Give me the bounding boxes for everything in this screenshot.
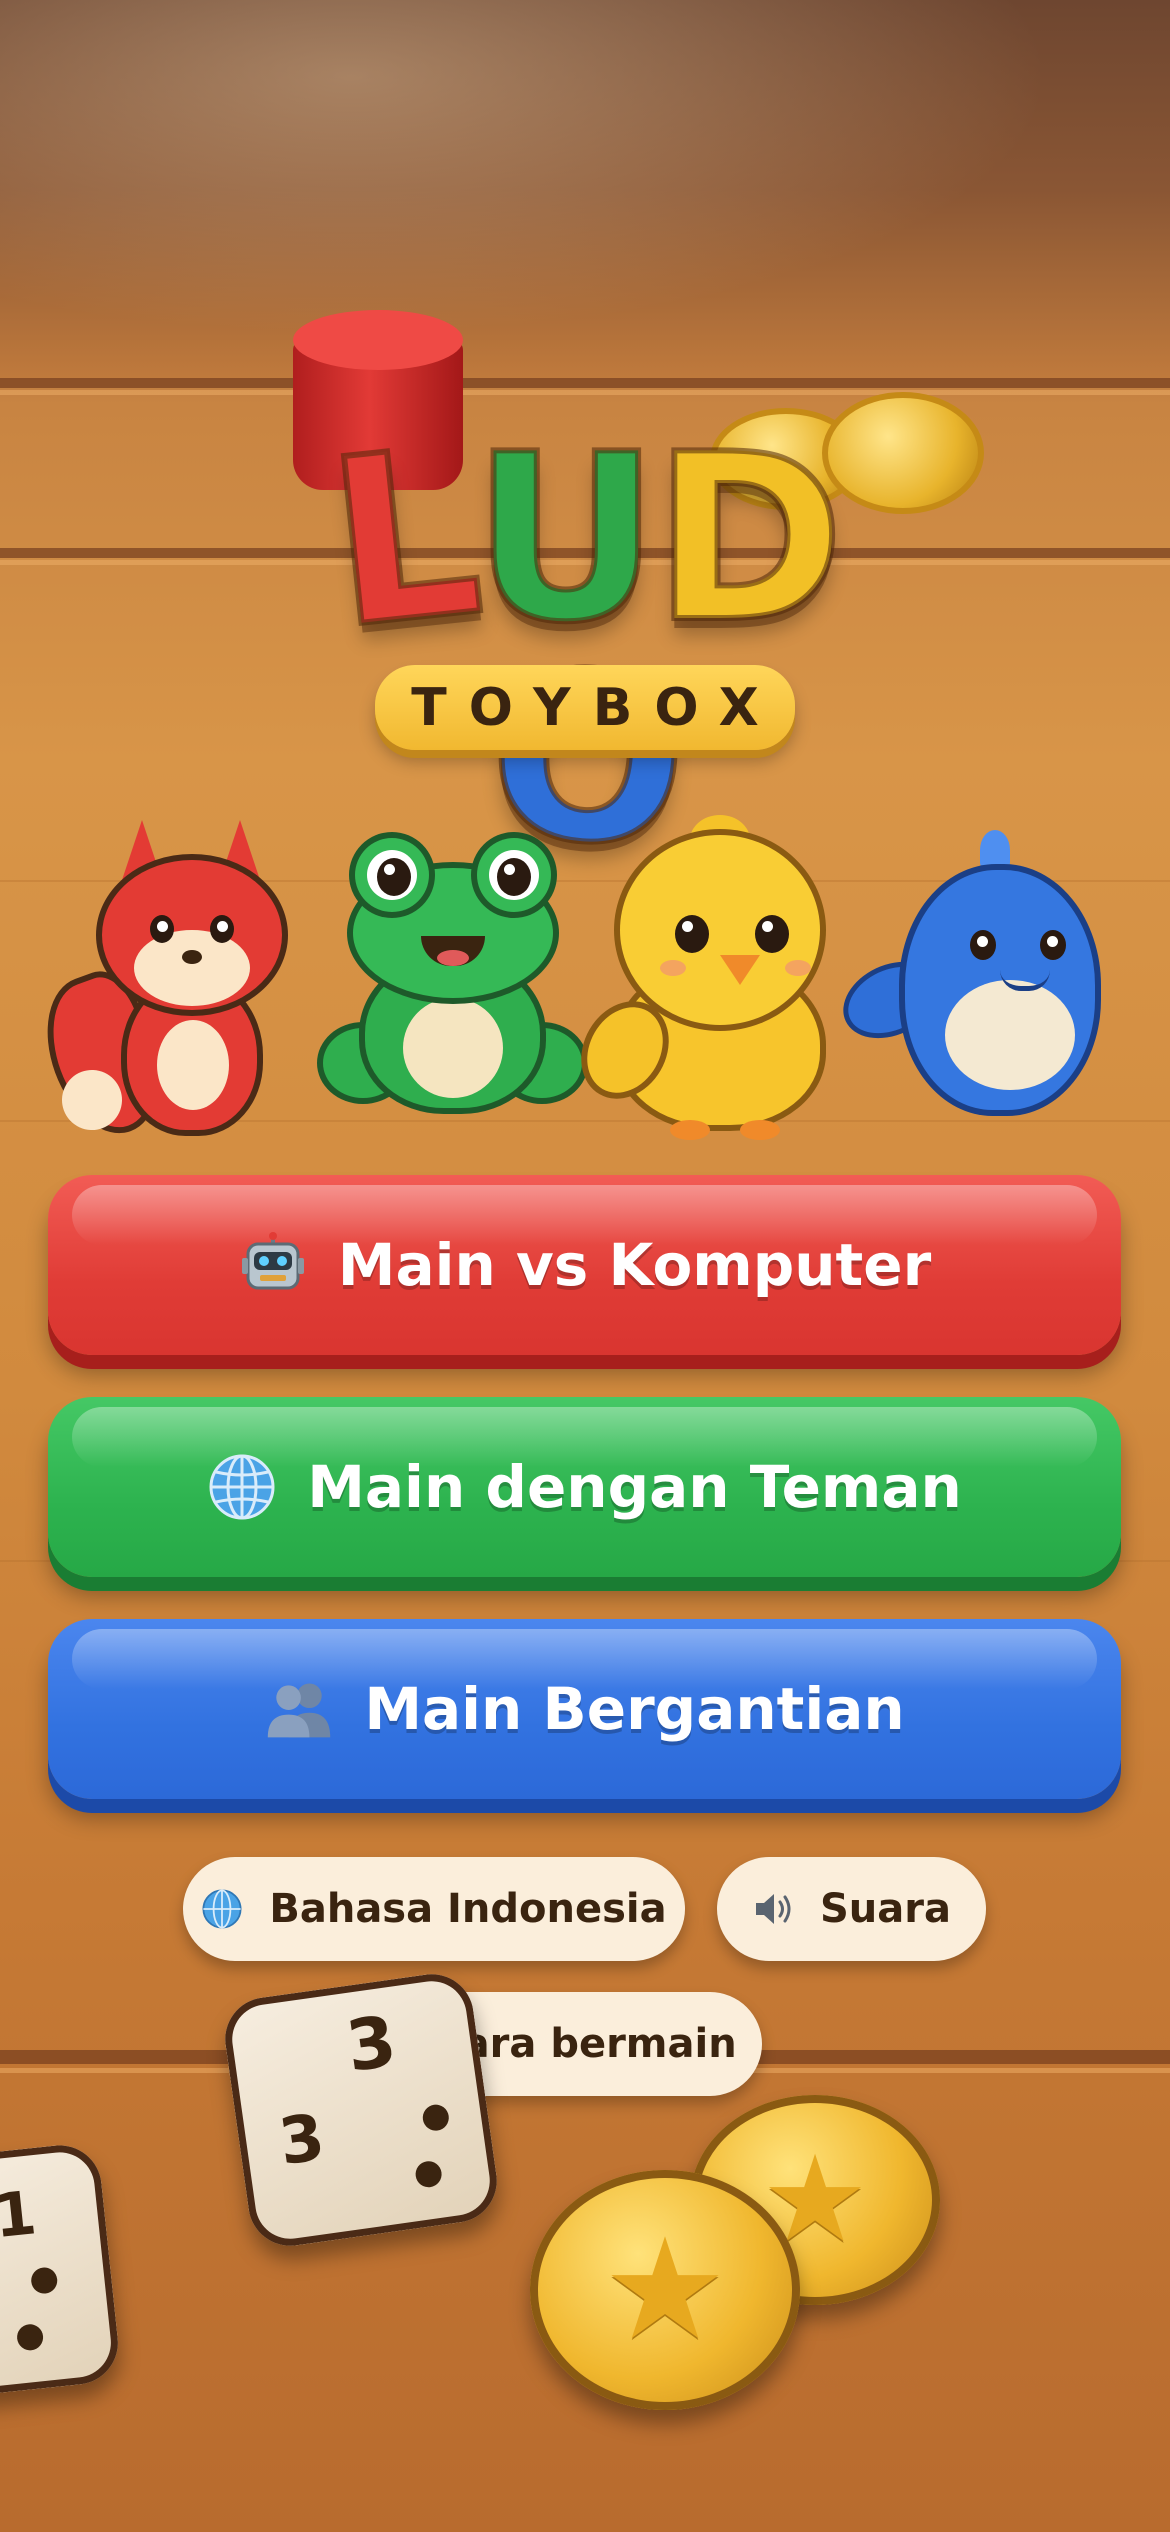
logo-subtitle: TOYBOX: [411, 677, 781, 738]
language-label: Bahasa Indonesia: [269, 1886, 667, 1932]
robot-icon: [238, 1230, 308, 1300]
plank-line: [0, 390, 1170, 395]
logo-subtitle-badge: TOYBOX: [375, 665, 795, 750]
dice-number: 3: [274, 2100, 330, 2181]
fox-mascot: [35, 820, 314, 1150]
globe-icon: [207, 1452, 277, 1522]
sound-label: Suara: [820, 1886, 951, 1932]
logo-letter: U: [469, 406, 662, 673]
blurred-background: [0, 0, 1170, 380]
dice-number: 1: [0, 2178, 40, 2253]
people-icon: [264, 1674, 334, 1744]
pass-and-play-button[interactable]: Main Bergantian: [48, 1619, 1121, 1799]
play-with-friends-button[interactable]: Main dengan Teman: [48, 1397, 1121, 1577]
logo-letter: L: [315, 396, 489, 682]
chick-mascot: [572, 815, 845, 1145]
game-logo: LUDO: [270, 396, 900, 902]
dice-number: 3: [341, 1999, 402, 2088]
sound-button[interactable]: Suara: [717, 1857, 986, 1961]
plank-line: [0, 378, 1170, 388]
speaker-icon: [752, 1889, 794, 1929]
logo-letter: D: [650, 406, 847, 673]
globe-icon: [201, 1888, 243, 1930]
dice-icon: 1: [0, 2141, 123, 2399]
frog-mascot: [323, 838, 582, 1108]
language-button[interactable]: Bahasa Indonesia: [183, 1857, 685, 1961]
play-vs-computer-button[interactable]: Main vs Komputer: [48, 1175, 1121, 1355]
dice-icon: 3 3: [219, 1968, 503, 2252]
whale-mascot: [837, 830, 1110, 1120]
star-coin-icon: ★: [530, 2170, 800, 2410]
